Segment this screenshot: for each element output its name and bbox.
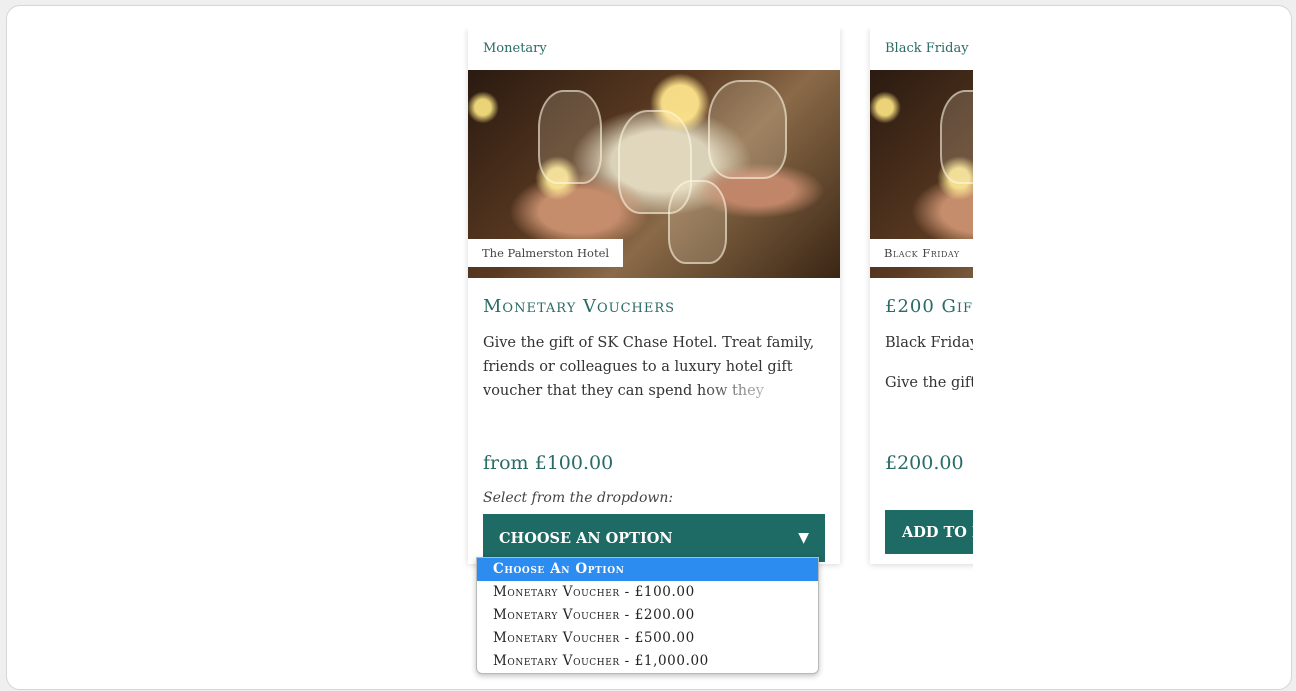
voucher-card-black-friday: Black Friday Black Friday £200 Gift Blac… (870, 28, 973, 564)
hotel-label: The Palmerston Hotel (468, 239, 624, 267)
category-tag: Monetary (483, 41, 547, 56)
offer-label: Black Friday (870, 239, 973, 267)
voucher-title[interactable]: Monetary Vouchers (483, 296, 675, 317)
dropdown-option[interactable]: Monetary Voucher - £500.00 (477, 627, 818, 650)
category-tag: Black Friday (885, 41, 969, 56)
dropdown-option[interactable]: Monetary Voucher - £100.00 (477, 581, 818, 604)
add-to-basket-button[interactable]: ADD TO BASKET (885, 510, 973, 554)
select-label: Select from the dropdown: (483, 490, 674, 506)
caret-down-icon: ▼ (798, 530, 809, 546)
voucher-title[interactable]: £200 Gift (885, 296, 973, 317)
voucher-option-select[interactable]: CHOOSE AN OPTION ▼ (483, 514, 825, 562)
voucher-price: £200.00 (885, 452, 964, 474)
voucher-price: from £100.00 (483, 452, 614, 474)
dropdown-option[interactable]: Choose An Option (477, 558, 818, 581)
dropdown-option[interactable]: Monetary Voucher - £1,000.00 (477, 650, 818, 673)
dropdown-option[interactable]: Monetary Voucher - £200.00 (477, 604, 818, 627)
select-value: CHOOSE AN OPTION (499, 529, 673, 547)
voucher-card-monetary: Monetary The Palmerston Hotel Monetary V… (468, 28, 840, 564)
voucher-description: Black Friday Give the gift of SK Chase H… (885, 335, 973, 391)
voucher-description: Give the gift of SK Chase Hotel. Treat f… (483, 331, 818, 403)
voucher-option-dropdown[interactable]: Choose An Option Monetary Voucher - £100… (476, 557, 819, 674)
